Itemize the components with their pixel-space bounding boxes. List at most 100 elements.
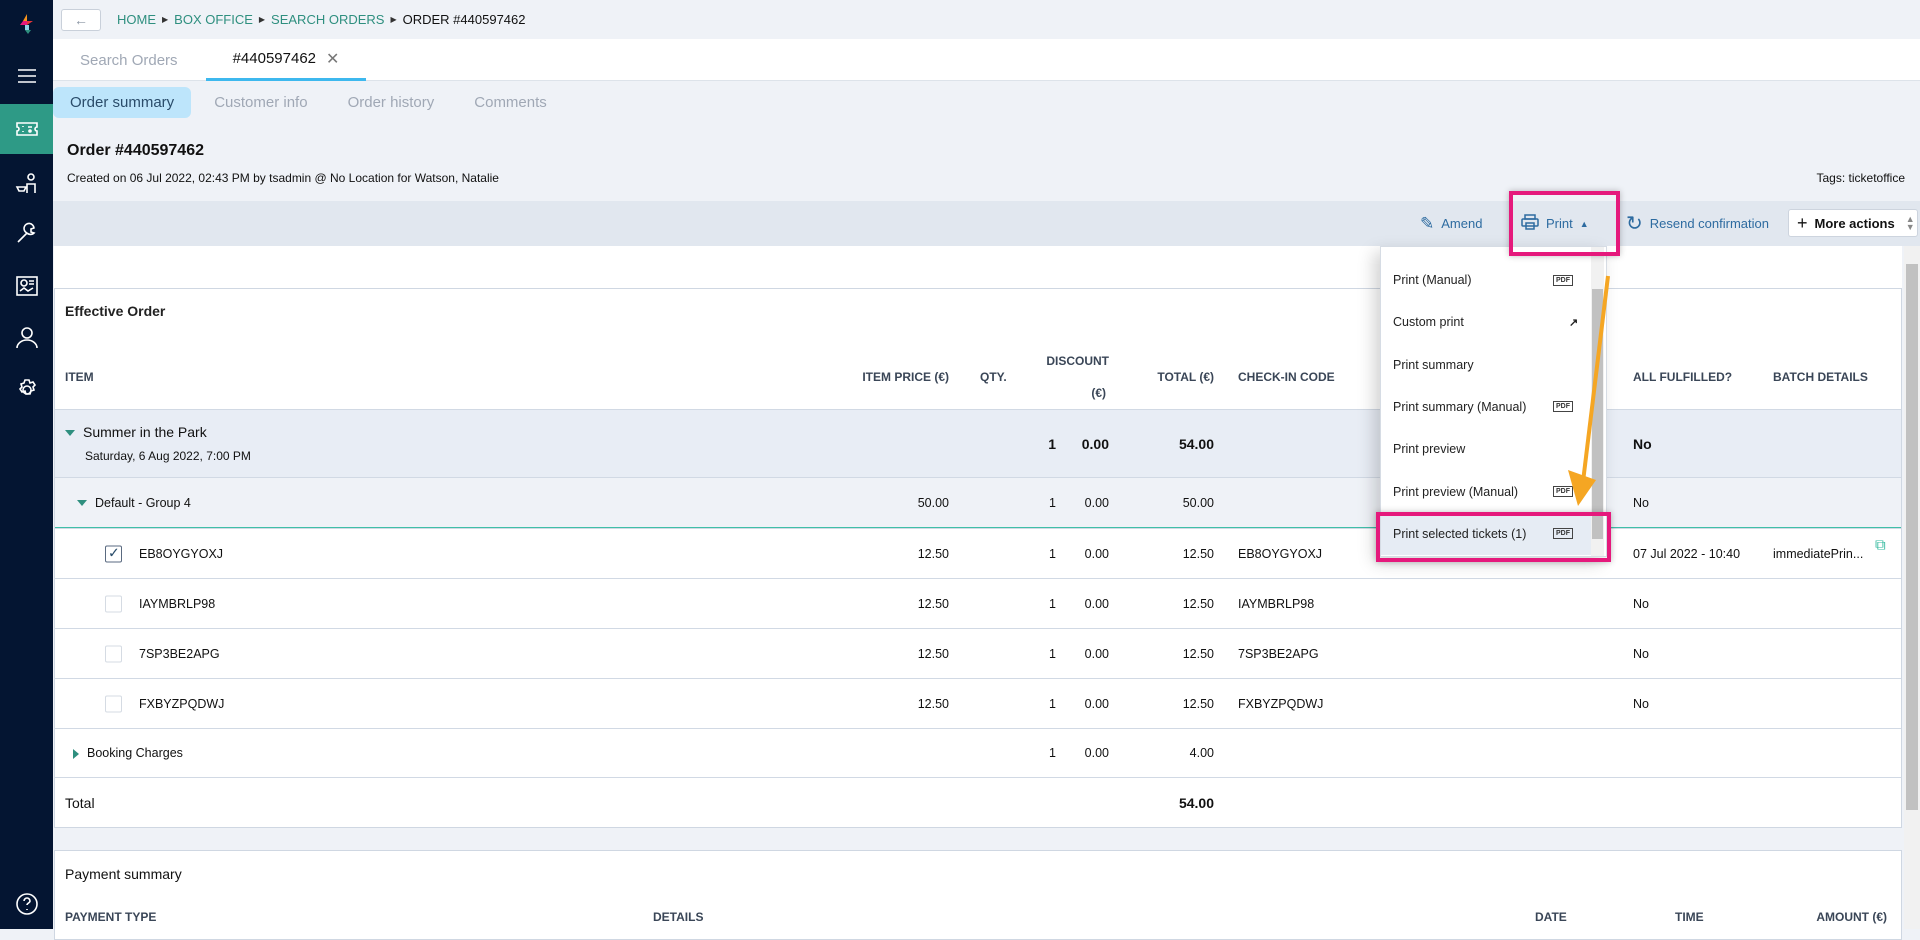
subtab-comments[interactable]: Comments bbox=[457, 87, 564, 118]
ticket-total: 12.50 bbox=[1182, 696, 1214, 711]
ticket-checkin-code: IAYMBRLP98 bbox=[1238, 596, 1315, 611]
ticket-checkbox[interactable] bbox=[105, 645, 122, 662]
breadcrumb-home[interactable]: HOME bbox=[117, 12, 156, 27]
box-office-ticket-icon[interactable] bbox=[0, 104, 53, 154]
collapse-caret-icon[interactable] bbox=[65, 430, 75, 437]
col-item: ITEM bbox=[65, 370, 94, 384]
ticket-row: FXBYZPQDWJ 12.50 1 0.00 12.50 FXBYZPQDWJ… bbox=[55, 678, 1901, 728]
ticket-qty: 1 bbox=[1049, 696, 1056, 711]
booking-charges-name: Booking Charges bbox=[73, 746, 183, 760]
col-item-price: ITEM PRICE (€) bbox=[862, 370, 949, 384]
print-menu-item-label: Print summary (Manual) bbox=[1393, 399, 1527, 414]
logo-icon[interactable] bbox=[0, 2, 53, 46]
expand-caret-icon[interactable] bbox=[73, 748, 79, 759]
ticket-code: EB8OYGYOXJ bbox=[139, 546, 224, 561]
booking-qty: 1 bbox=[1049, 746, 1056, 760]
resend-confirmation-button[interactable]: ↻ Resend confirmation bbox=[1626, 201, 1769, 246]
tab-order[interactable]: #440597462 ✕ bbox=[206, 39, 366, 81]
print-menu-item-label: Print (Manual) bbox=[1393, 273, 1472, 287]
page-scrollbar-thumb[interactable] bbox=[1906, 264, 1918, 810]
event-discount: 0.00 bbox=[1081, 435, 1109, 452]
ticket-fulfilled: No bbox=[1633, 646, 1649, 661]
subtab-order-history[interactable]: Order history bbox=[331, 87, 452, 118]
breadcrumb-box-office[interactable]: BOX OFFICE bbox=[174, 12, 253, 27]
ticket-total: 12.50 bbox=[1182, 546, 1214, 561]
col-time: TIME bbox=[1675, 910, 1704, 924]
total-value: 54.00 bbox=[1178, 795, 1214, 811]
print-button-highlight bbox=[1509, 191, 1620, 256]
wrench-icon[interactable] bbox=[0, 212, 53, 256]
sort-arrows-icon: ▲ ▼ bbox=[1905, 214, 1915, 232]
event-row[interactable]: Summer in the Park Saturday, 6 Aug 2022,… bbox=[55, 409, 1901, 477]
plus-icon: + bbox=[1797, 212, 1808, 233]
ticket-fulfilled: No bbox=[1633, 596, 1649, 611]
ticket-qty: 1 bbox=[1049, 646, 1056, 661]
customer-basket-icon[interactable] bbox=[0, 162, 53, 206]
subtab-order-summary[interactable]: Order summary bbox=[53, 86, 192, 118]
ticket-code: 7SP3BE2APG bbox=[139, 646, 220, 661]
ticket-row: IAYMBRLP98 12.50 1 0.00 12.50 IAYMBRLP98… bbox=[55, 578, 1901, 628]
collapse-caret-icon[interactable] bbox=[77, 500, 87, 507]
group-row[interactable]: Default - Group 4 50.00 1 0.00 50.00 No bbox=[55, 477, 1901, 528]
booking-total: 4.00 bbox=[1189, 746, 1214, 760]
ticket-checkbox[interactable] bbox=[105, 695, 122, 712]
breadcrumb-search-orders[interactable]: SEARCH ORDERS bbox=[271, 12, 384, 27]
col-all-fulfilled: ALL FULFILLED? bbox=[1633, 370, 1733, 384]
event-name: Summer in the Park bbox=[65, 424, 207, 440]
ticket-discount: 0.00 bbox=[1084, 596, 1109, 611]
print-menu-item-label: Print summary bbox=[1393, 357, 1474, 372]
col-checkin-code: CHECK-IN CODE bbox=[1238, 370, 1335, 384]
col-payment-type: PAYMENT TYPE bbox=[65, 910, 157, 924]
back-button[interactable]: ← bbox=[61, 8, 101, 31]
pencil-icon: ✎ bbox=[1420, 213, 1435, 233]
sidebar bbox=[0, 0, 53, 929]
table-header: ITEM ITEM PRICE (€) QTY. DISCOUNT (€) TO… bbox=[55, 344, 1901, 409]
group-name: Default - Group 4 bbox=[77, 496, 191, 510]
payment-summary-title: Payment summary bbox=[65, 866, 182, 882]
tab-search-orders[interactable]: Search Orders bbox=[80, 39, 178, 81]
booking-charges-row[interactable]: Booking Charges 1 0.00 4.00 bbox=[55, 728, 1901, 777]
copy-icon[interactable]: ⧉ bbox=[1875, 537, 1886, 554]
breadcrumb: ← HOME ▶ BOX OFFICE ▶ SEARCH ORDERS ▶ ORDER… bbox=[53, 0, 1920, 39]
settings-gear-icon[interactable] bbox=[0, 368, 53, 412]
order-subtabs: Order summary Customer info Order histor… bbox=[53, 86, 570, 118]
reports-icon[interactable] bbox=[0, 264, 53, 308]
subtab-customer-info[interactable]: Customer info bbox=[197, 87, 324, 118]
breadcrumb-separator-icon: ▶ bbox=[258, 15, 266, 24]
ticket-checkbox[interactable] bbox=[105, 595, 122, 612]
col-date: DATE bbox=[1535, 910, 1567, 924]
ticket-checkbox[interactable]: ✓ bbox=[105, 544, 122, 562]
help-icon[interactable] bbox=[0, 882, 53, 926]
close-tab-icon[interactable]: ✕ bbox=[326, 49, 339, 69]
ticket-batch: immediatePrin... bbox=[1773, 546, 1864, 561]
amend-button[interactable]: ✎ Amend bbox=[1420, 201, 1482, 246]
ticket-price: 12.50 bbox=[917, 696, 949, 711]
ticket-row: 7SP3BE2APG 12.50 1 0.00 12.50 7SP3BE2APG… bbox=[55, 628, 1901, 678]
order-title: Order #440597462 bbox=[67, 142, 204, 159]
ticket-qty: 1 bbox=[1049, 546, 1056, 561]
ticket-price: 12.50 bbox=[917, 646, 949, 661]
total-label: Total bbox=[65, 795, 95, 811]
group-fulfilled: No bbox=[1633, 495, 1649, 510]
checkmark-icon: ✓ bbox=[108, 544, 120, 560]
col-amount: AMOUNT (€) bbox=[1816, 910, 1887, 924]
group-qty: 1 bbox=[1049, 495, 1056, 510]
effective-order-card: Effective Order ITEM ITEM PRICE (€) QTY.… bbox=[54, 288, 1902, 828]
ticket-price: 12.50 bbox=[917, 596, 949, 611]
group-price: 50.00 bbox=[917, 495, 949, 510]
ticket-qty: 1 bbox=[1049, 596, 1056, 611]
print-menu-item-label: Custom print bbox=[1393, 315, 1464, 330]
event-qty: 1 bbox=[1048, 435, 1056, 452]
event-date: Saturday, 6 Aug 2022, 7:00 PM bbox=[85, 449, 251, 463]
ticket-discount: 0.00 bbox=[1084, 546, 1109, 561]
breadcrumb-separator-icon: ▶ bbox=[162, 15, 169, 24]
more-actions-label: More actions bbox=[1814, 215, 1895, 231]
more-actions-select[interactable]: + More actions ▲ ▼ bbox=[1788, 209, 1918, 237]
ticket-checkin-code: FXBYZPQDWJ bbox=[1238, 696, 1324, 711]
order-created-info: Created on 06 Jul 2022, 02:43 PM by tsad… bbox=[67, 171, 499, 185]
user-icon[interactable] bbox=[0, 316, 53, 360]
col-details: DETAILS bbox=[653, 910, 704, 924]
page-scrollbar[interactable] bbox=[1904, 246, 1920, 929]
menu-icon[interactable] bbox=[0, 54, 53, 98]
effective-order-title: Effective Order bbox=[65, 303, 166, 319]
